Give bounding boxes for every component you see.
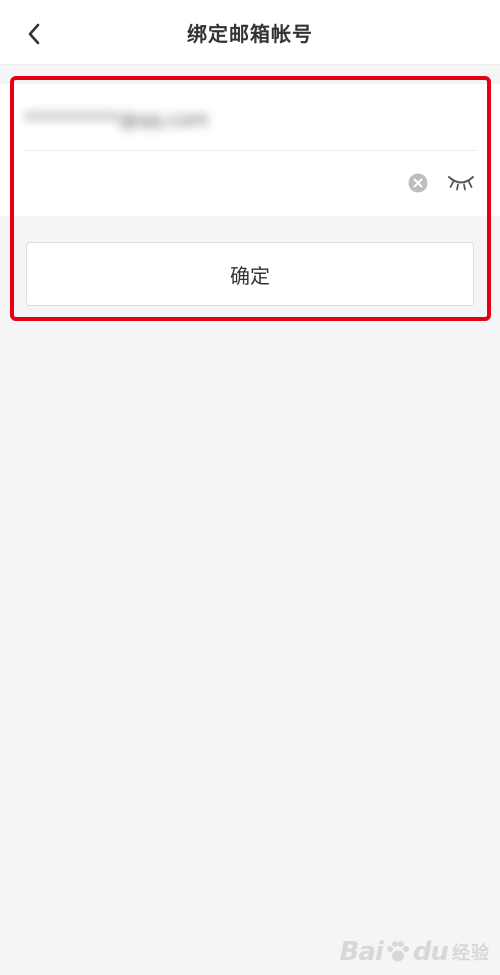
- nav-bar: 绑定邮箱帐号: [0, 0, 500, 65]
- clear-button[interactable]: [408, 173, 428, 193]
- watermark-sub: 经验: [452, 943, 490, 964]
- eye-closed-icon: [448, 176, 474, 191]
- email-value: **********@qq.com: [24, 109, 209, 131]
- paw-icon: [386, 941, 409, 962]
- watermark-text-left: Bai: [339, 937, 384, 967]
- bind-email-form: **********@qq.com: [0, 84, 500, 216]
- watermark-text-right: du: [412, 937, 449, 967]
- baidu-watermark: Bai du 经验: [340, 937, 490, 967]
- password-input[interactable]: [24, 162, 388, 204]
- page-title: 绑定邮箱帐号: [187, 22, 313, 46]
- toggle-visibility-button[interactable]: [446, 172, 476, 192]
- clear-icon: [408, 173, 428, 193]
- password-field[interactable]: [24, 150, 476, 216]
- confirm-button[interactable]: 确定: [26, 242, 474, 306]
- email-field[interactable]: **********@qq.com: [24, 84, 476, 151]
